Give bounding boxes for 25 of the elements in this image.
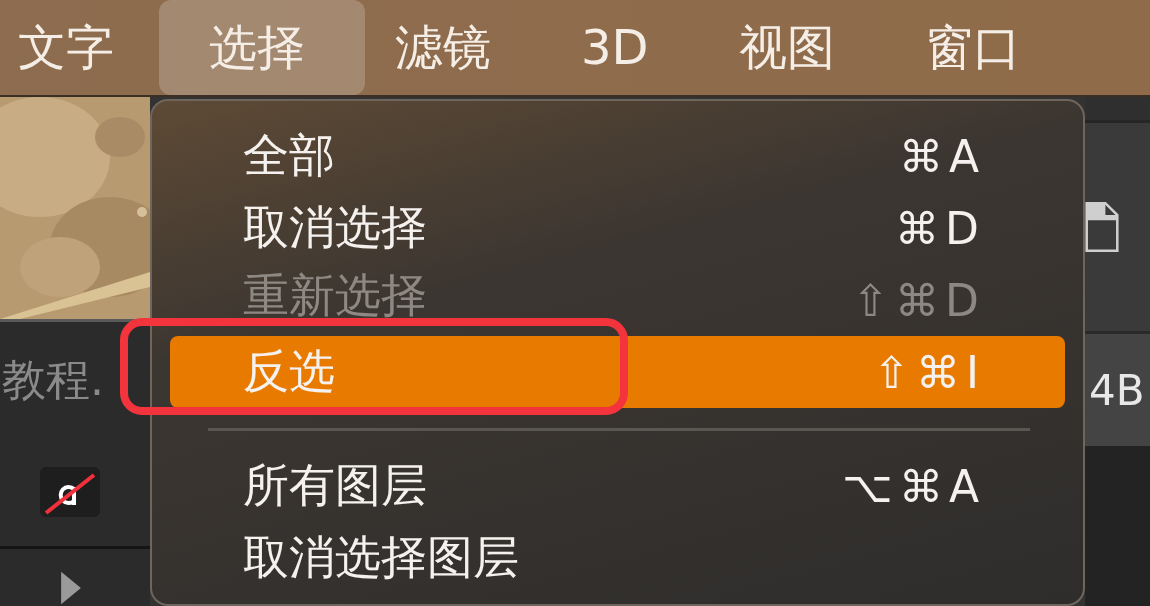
menu-item[interactable]: 反选 ⇧⌘I	[170, 336, 1065, 408]
menu-bar-item[interactable]: 选择	[159, 0, 365, 95]
document-icon[interactable]	[1085, 201, 1119, 253]
menu-bar-item[interactable]: 视图	[693, 0, 880, 95]
menu-item-label: 取消选择图层	[243, 529, 519, 586]
menu-item-label: 反选	[243, 343, 335, 400]
shortcut: ⇧⌘D	[852, 274, 985, 326]
menu-item[interactable]: 取消选择 ⌘D	[170, 192, 1065, 264]
menu-item-label: 所有图层	[243, 457, 427, 514]
menu-bar-item[interactable]: 文字	[0, 0, 159, 95]
document-name[interactable]: 教程.	[2, 350, 104, 410]
menu-bar-item[interactable]: 窗口	[879, 0, 1066, 95]
shortcut: ⌘D	[895, 202, 985, 254]
info-text: 4B	[1089, 365, 1145, 415]
menu-item-label: 全部	[243, 127, 335, 184]
menu-item-label: 重新选择	[243, 267, 427, 324]
no-text-icon[interactable]	[40, 467, 100, 517]
menu-item[interactable]: 取消选择图层	[170, 522, 1065, 594]
menu-item[interactable]: 全部 ⌘A	[170, 120, 1065, 192]
menu-item[interactable]: 所有图层 ⌥⌘A	[170, 450, 1065, 522]
menu-bar-item[interactable]: 3D	[536, 0, 694, 95]
shortcut: ⌥⌘A	[842, 460, 985, 512]
shortcut: ⌘A	[898, 130, 985, 182]
menu-item-label: 取消选择	[243, 199, 427, 256]
shortcut: ⇧⌘I	[873, 346, 985, 398]
